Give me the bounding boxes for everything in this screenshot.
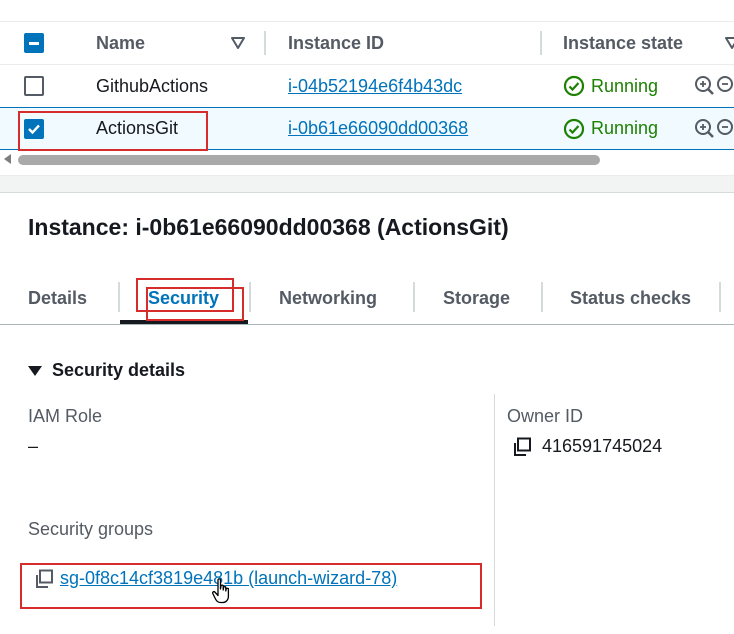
select-all-checkbox[interactable] [24,33,44,53]
scrollbar-thumb[interactable] [18,155,600,165]
split-panel-divider[interactable] [0,175,734,193]
owner-id-text: 416591745024 [542,436,663,456]
row-select-cell [24,65,50,107]
tab-separator [719,282,721,312]
filter-caret-icon[interactable] [724,36,734,50]
scroll-left-arrow-icon[interactable] [4,154,11,164]
column-header-instance-state[interactable]: Instance state [563,22,683,64]
active-tab-indicator [120,320,248,324]
copy-icon[interactable] [512,437,532,457]
zoom-in-icon[interactable] [694,75,734,97]
caret-down-icon [28,365,42,376]
column-divider [494,394,495,626]
status-text: Running [591,75,659,96]
status-badge: Running [563,118,658,140]
column-resize-handle[interactable] [264,31,266,55]
zoom-in-icon[interactable] [694,118,734,140]
row-checkbox[interactable] [24,76,44,96]
table-top-strip [0,0,734,22]
select-all-cell [24,22,50,64]
row-checkbox[interactable] [24,118,44,139]
iam-role-value: – [28,436,39,456]
instance-state: Running [563,108,658,149]
tab-separator [413,282,415,312]
instance-id-link[interactable]: i-0b61e66090dd00368 [288,108,468,149]
check-circle-icon [563,118,585,139]
check-icon [28,124,40,134]
tab-details[interactable]: Details [28,272,87,324]
instance-name: ActionsGit [96,118,179,138]
tab-separator [541,282,543,312]
zoom-actions [694,108,734,149]
instance-name: GithubActions [96,75,209,96]
instance-id-text[interactable]: i-04b52194e6f4b43dc [288,76,462,97]
security-details-toggle[interactable]: Security details [28,360,185,381]
horizontal-scrollbar[interactable] [0,151,734,168]
hand-cursor-icon [212,578,230,604]
filter-caret-icon[interactable] [230,36,246,50]
security-groups-label: Security groups [28,519,154,539]
owner-id-label: Owner ID [507,406,584,426]
row-select-cell [24,108,50,149]
iam-role-label: IAM Role [28,406,103,426]
tab-security[interactable]: Security [148,272,219,324]
instances-table: Name Instance ID Instance state GithubAc… [0,0,734,175]
tab-status-checks[interactable]: Status checks [570,272,691,324]
zoom-actions [694,65,734,107]
detail-tabs: Details Security Networking Storage Stat… [0,272,734,325]
status-text: Running [591,118,659,138]
instance-state: Running [563,65,658,107]
column-header-instance-id[interactable]: Instance ID [288,22,384,64]
table-row[interactable]: GithubActions i-04b52194e6f4b43dc Runnin… [0,64,734,107]
tab-networking[interactable]: Networking [279,272,377,324]
tab-separator [118,282,120,312]
instance-detail-title: Instance: i-0b61e66090dd00368 (ActionsGi… [28,214,509,240]
copy-icon[interactable] [34,569,54,589]
column-header-name[interactable]: Name [96,22,145,64]
check-circle-icon [563,75,585,97]
section-title: Security details [52,360,186,380]
tab-storage[interactable]: Storage [443,272,510,324]
table-header-row: Name Instance ID Instance state [0,22,734,64]
status-badge: Running [563,75,658,97]
tab-separator [249,282,251,312]
table-row-selected[interactable]: ActionsGit i-0b61e66090dd00368 Running [0,107,734,150]
instance-id-text[interactable]: i-0b61e66090dd00368 [288,118,468,139]
owner-id-value: 416591745024 [512,436,662,457]
column-resize-handle[interactable] [540,31,542,55]
instance-id-link[interactable]: i-04b52194e6f4b43dc [288,65,462,107]
